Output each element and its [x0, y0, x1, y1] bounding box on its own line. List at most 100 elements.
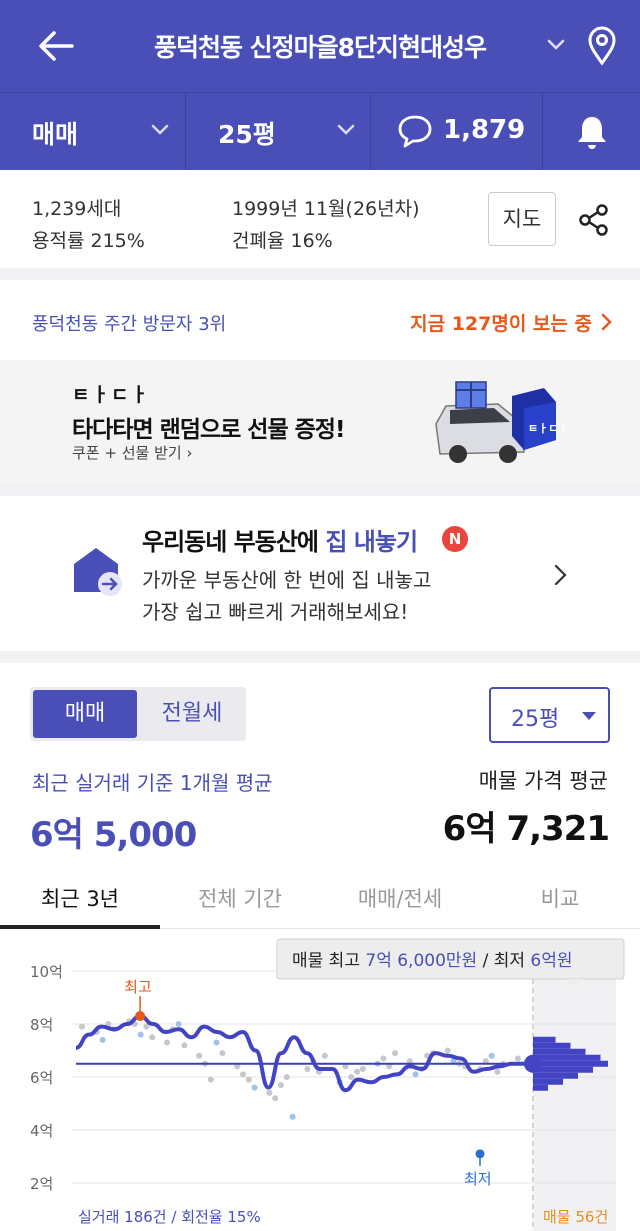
trade-point — [494, 1068, 501, 1075]
chevron-down-icon[interactable] — [545, 36, 567, 54]
chevron-down-icon — [337, 124, 355, 135]
trade-type-label: 매매 — [32, 120, 79, 149]
area-select[interactable]: 25평 — [186, 93, 371, 171]
listing-histogram-bar — [533, 1048, 586, 1055]
listing-histogram-bar — [533, 1060, 608, 1067]
trade-point — [213, 1039, 220, 1046]
trade-point — [359, 1066, 366, 1073]
trade-point — [219, 1050, 226, 1057]
filter-bar: 매매 25평 1,879 — [0, 92, 640, 171]
trade-point — [380, 1055, 387, 1062]
trade-point — [181, 1042, 188, 1049]
listing-histogram-bar — [533, 1072, 578, 1079]
tab-all-period[interactable]: 전체 기간 — [160, 883, 320, 913]
price-area-select[interactable]: 25평 — [489, 687, 610, 743]
segment-rent[interactable]: 전월세 — [140, 690, 244, 738]
built-date: 1999년 11월(26년차) — [232, 198, 420, 220]
ad-banner[interactable]: ㅌㅏㄷㅏ 타다타면 랜덤으로 선물 증정! 쿠폰 + 선물 받기 › ㅌㅏㄷㅏ — [0, 360, 640, 484]
y-tick-label: 4억 — [30, 1122, 53, 1140]
trade-point — [348, 1074, 355, 1080]
low-marker — [475, 1149, 485, 1159]
trade-point — [175, 1021, 182, 1027]
listing-histogram-bar — [533, 1054, 601, 1061]
y-tick-label: 8억 — [30, 1016, 53, 1034]
trade-type-select[interactable]: 매매 — [0, 93, 186, 171]
listing-area-bg — [533, 961, 616, 1231]
visitor-rank-bar[interactable]: 풍덕천동 주간 방문자 3위 지금 127명이 보는 중 — [0, 280, 640, 360]
comment-bubble-icon — [398, 115, 432, 148]
active-tab-indicator — [0, 925, 160, 929]
period-tabs: 최근 3년 전체 기간 매매/전세 비교 — [0, 869, 640, 929]
trade-point — [444, 1047, 451, 1054]
listing-histogram-bar — [533, 1078, 563, 1085]
high-label: 최고 — [124, 978, 152, 996]
segment-sale[interactable]: 매매 — [33, 690, 137, 738]
trade-point — [240, 1071, 246, 1078]
viewing-now: 지금 127명이 보는 중 — [410, 313, 592, 335]
y-tick-label: 6억 — [30, 1069, 53, 1087]
location-pin-icon[interactable] — [585, 26, 619, 66]
tab-recent-3y[interactable]: 최근 3년 — [0, 883, 160, 913]
low-label: 최저 — [464, 1170, 492, 1188]
asking-price-label: 매물 가격 평균 — [478, 769, 608, 793]
listing-histogram-bar — [533, 1066, 593, 1073]
tab-compare[interactable]: 비교 — [480, 883, 640, 913]
new-badge: N — [442, 526, 468, 552]
trade-point — [272, 1095, 279, 1102]
trade-point — [266, 1089, 273, 1096]
promo-desc-2: 가장 쉽고 빠르게 거래해보세요! — [142, 600, 409, 624]
listing-count-footer: 매물 56건 — [543, 1208, 608, 1226]
trade-point — [278, 1081, 284, 1088]
trade-point — [412, 1071, 419, 1078]
promo-desc-1: 가까운 부동산에 한 번에 집 내놓고 — [142, 568, 432, 592]
y-tick-label: 2억 — [30, 1175, 53, 1193]
high-marker — [135, 1011, 146, 1022]
price-section: 매매 전월세 25평 최근 실거래 기준 1개월 평균 6억 5,000 매물 … — [0, 663, 640, 1231]
listing-histogram-bar — [533, 1036, 556, 1043]
app-header: 풍덕천동 신정마을8단지현대성우 — [0, 0, 640, 92]
ad-car-gift-image: ㅌㅏㄷㅏ — [435, 381, 568, 463]
avg-price-value: 6억 5,000 — [30, 815, 197, 855]
trade-point — [207, 1076, 214, 1083]
trade-point — [321, 1052, 328, 1059]
price-trend-line — [75, 1014, 525, 1093]
promo-title: 우리동네 부동산에 집 내놓기 — [142, 528, 418, 556]
ad-title: 타다타면 랜덤으로 선물 증정! — [72, 417, 345, 443]
page-title[interactable]: 풍덕천동 신정마을8단지현대성우 — [100, 28, 540, 64]
ad-car-badge: ㅌㅏㄷㅏ — [528, 422, 568, 435]
chevron-right-icon — [601, 313, 612, 331]
listing-tooltip: 매물 최고 7억 6,000만원 / 최저 6억원 — [276, 938, 625, 987]
trade-count-footer: 실거래 186건 / 회전율 15% — [78, 1208, 261, 1226]
listing-histogram-bar — [533, 1042, 571, 1049]
y-tick-label: 10억 — [30, 963, 63, 981]
trade-point — [304, 1066, 311, 1073]
tab-sale-jeonse[interactable]: 매매/전세 — [320, 883, 480, 913]
chevron-down-icon — [151, 124, 169, 135]
bell-icon[interactable] — [574, 113, 610, 151]
price-chart[interactable]: 10억 8억 6억 4억 2억 최고최저 매물 최고 7억 6,000만원 / 최저 6… — [0, 931, 640, 1231]
listing-promo[interactable]: 우리동네 부동산에 집 내놓기 N 가까운 부동산에 한 번에 집 내놓고 가장… — [0, 496, 640, 651]
comments-button[interactable]: 1,879 — [371, 93, 543, 171]
chevron-right-icon — [554, 564, 567, 586]
share-icon[interactable] — [576, 202, 612, 238]
area-label: 25평 — [218, 120, 276, 149]
households: 1,239세대 — [32, 198, 122, 220]
ad-link[interactable]: 쿠폰 + 선물 받기 › — [72, 442, 192, 463]
ad-logo: ㅌㅏㄷㅏ — [72, 384, 150, 406]
trade-point — [289, 1113, 296, 1120]
map-button[interactable]: 지도 — [488, 192, 556, 246]
trade-point — [354, 1068, 360, 1075]
svg-text:매물 최고 7억 6,000만원 / 최저 6억원: 매물 최고 7억 6,000만원 / 최저 6억원 — [292, 951, 573, 971]
trade-point — [99, 1036, 106, 1043]
trade-point — [164, 1039, 170, 1046]
trade-point — [488, 1052, 495, 1059]
trade-point — [149, 1034, 156, 1041]
complex-info: 1,239세대 용적률 215% 1999년 11월(26년차) 건폐율 16%… — [0, 170, 640, 268]
trade-point — [79, 1023, 85, 1030]
back-arrow-icon[interactable] — [36, 28, 76, 64]
trade-point — [196, 1052, 203, 1059]
listing-histogram-bar — [533, 1084, 548, 1091]
avg-price-label: 최근 실거래 기준 1개월 평균 — [32, 771, 273, 795]
trade-point — [245, 1076, 252, 1083]
visitor-rank: 풍덕천동 주간 방문자 3위 — [32, 314, 227, 335]
